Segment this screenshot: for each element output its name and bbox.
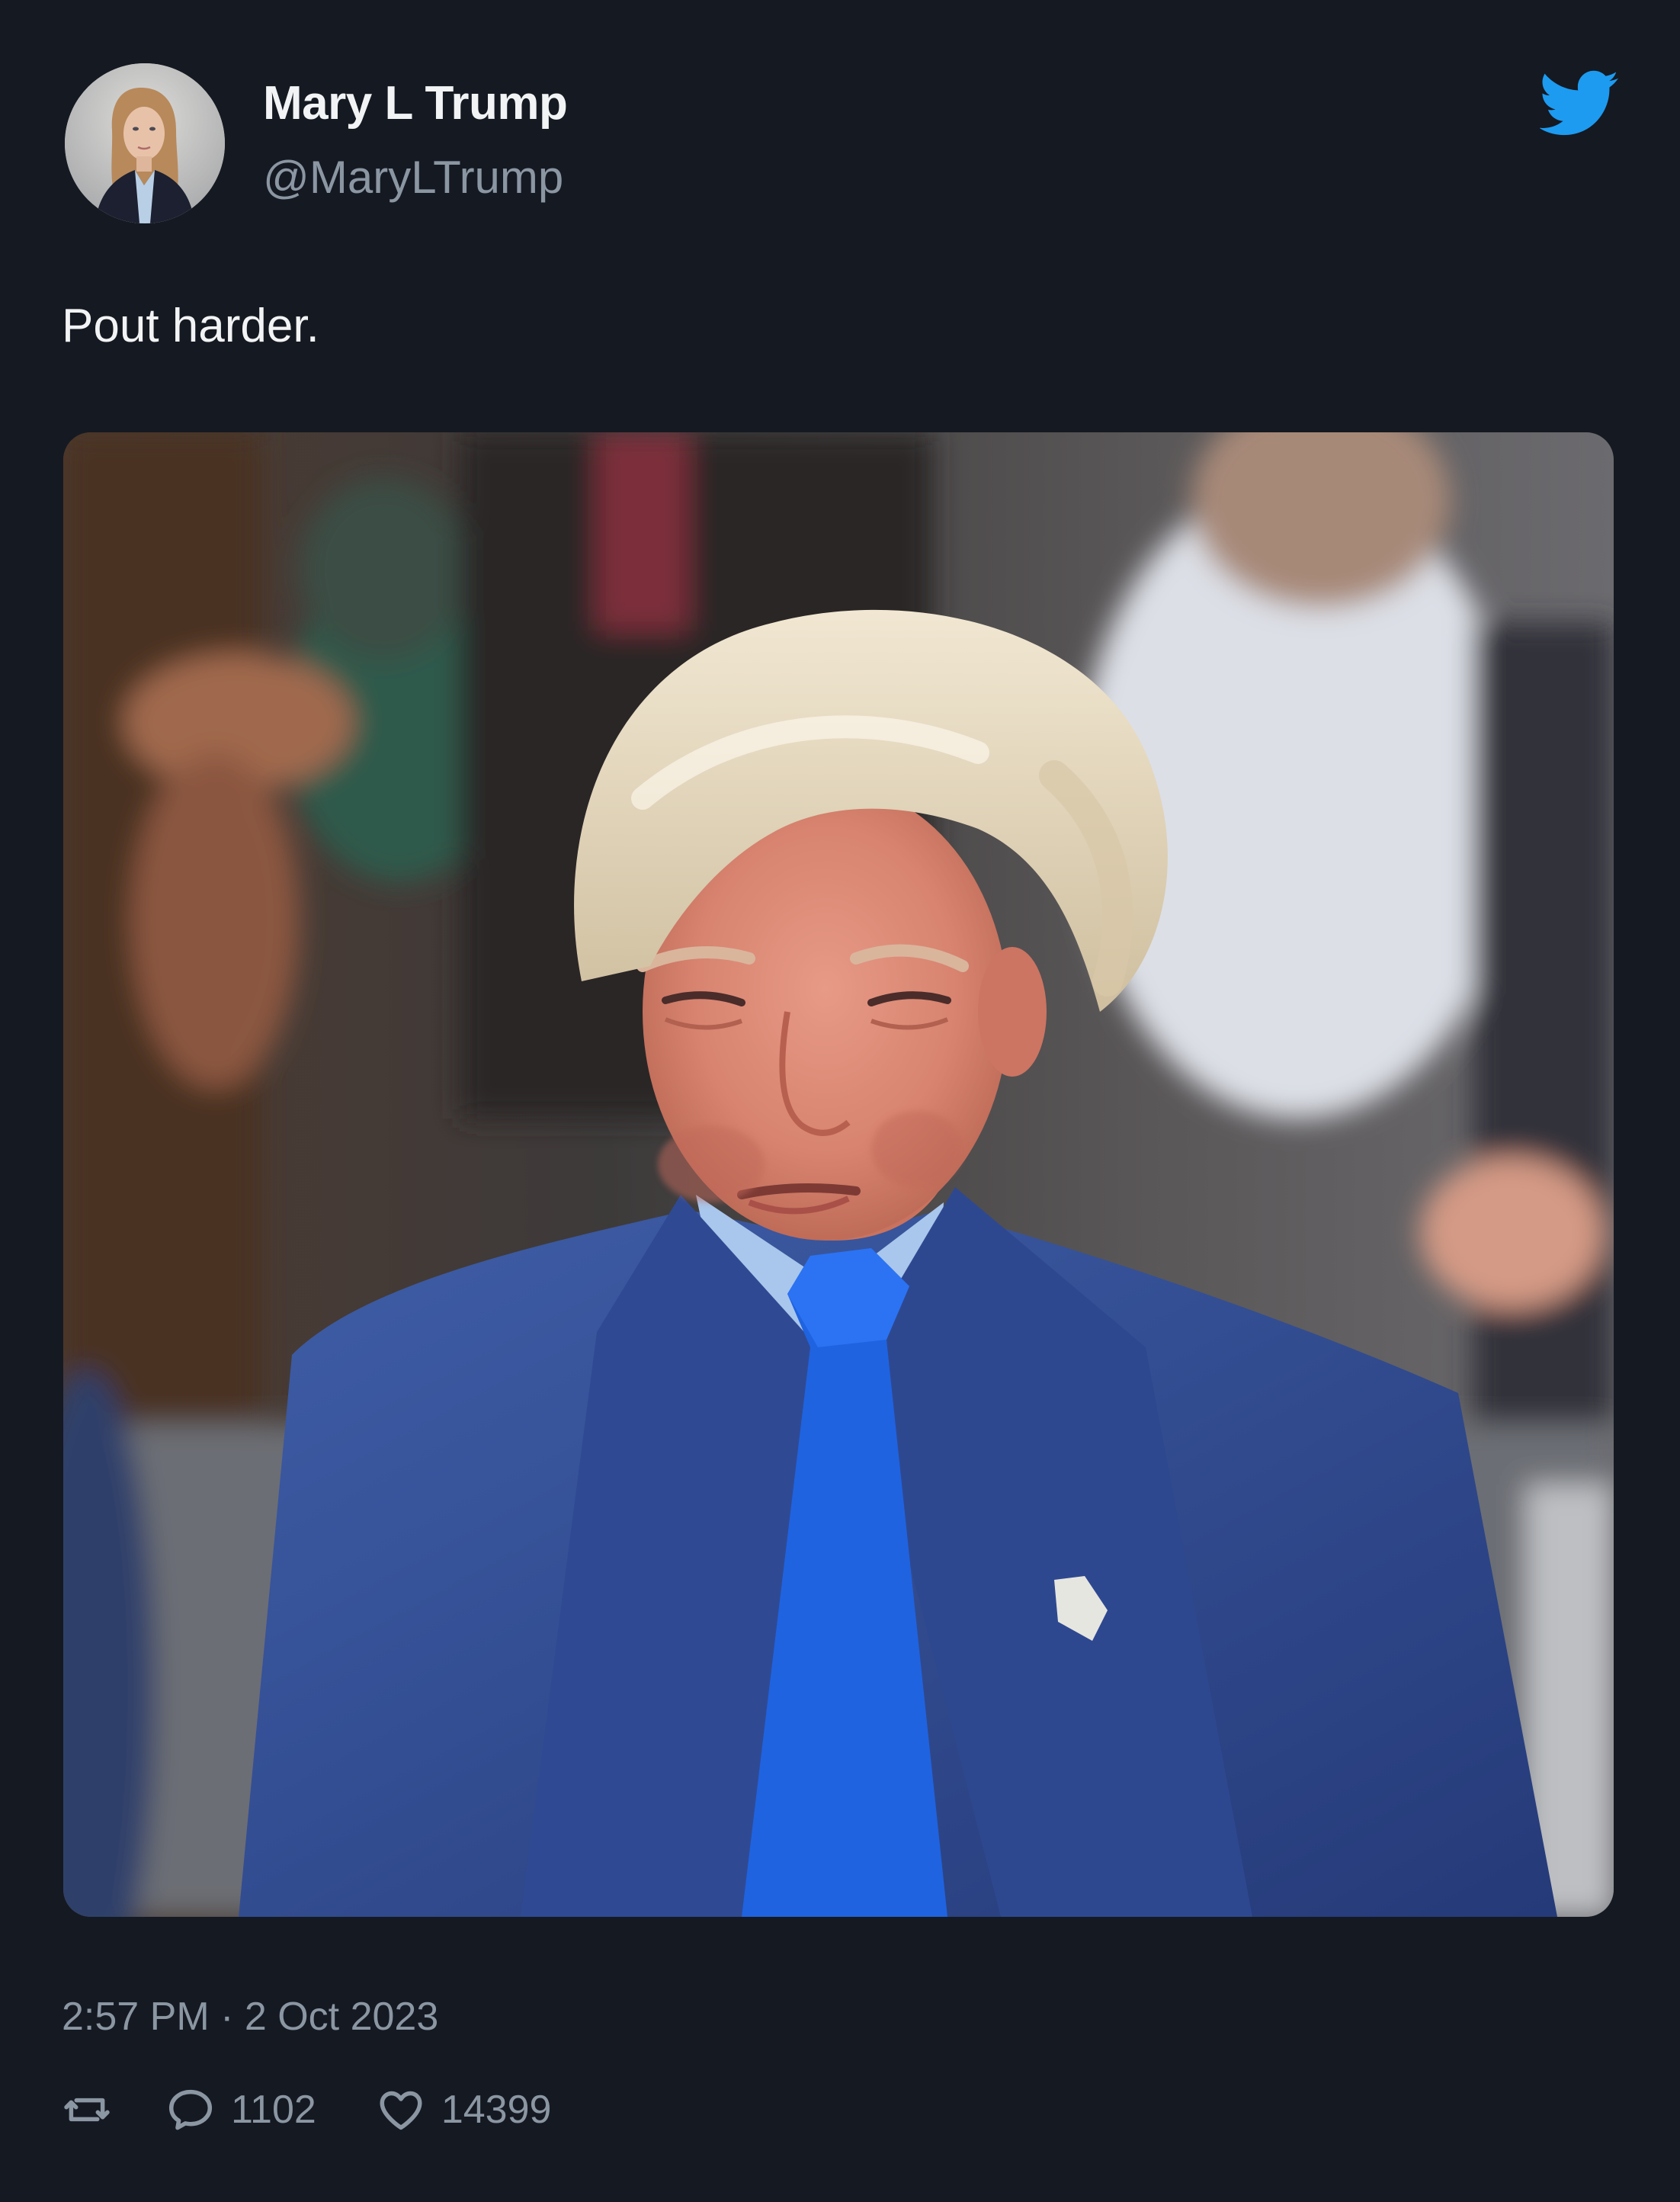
twitter-bird-icon[interactable]	[1540, 70, 1620, 137]
avatar-photo	[65, 63, 225, 223]
tweet-timestamp[interactable]: 2:57 PM · 2 Oct 2023	[62, 1994, 438, 2040]
author-handle[interactable]: @MaryLTrump	[263, 151, 563, 204]
reply-icon	[168, 2089, 213, 2130]
photo-illustration	[63, 432, 1614, 1917]
like-button[interactable]: 14399	[376, 2085, 552, 2135]
tweet-actions: 1102 14399	[62, 2083, 611, 2136]
heart-icon	[380, 2091, 422, 2130]
tweet-text: Pout harder.	[62, 300, 319, 352]
like-count: 14399	[441, 2088, 552, 2132]
reply-count: 1102	[231, 2088, 316, 2132]
retweet-icon	[64, 2098, 110, 2122]
retweet-button[interactable]	[62, 2085, 112, 2135]
avatar[interactable]	[65, 63, 225, 223]
author-name[interactable]: Mary L Trump	[263, 76, 568, 130]
tweet-photo[interactable]	[63, 432, 1614, 1917]
reply-button[interactable]: 1102	[165, 2085, 316, 2135]
